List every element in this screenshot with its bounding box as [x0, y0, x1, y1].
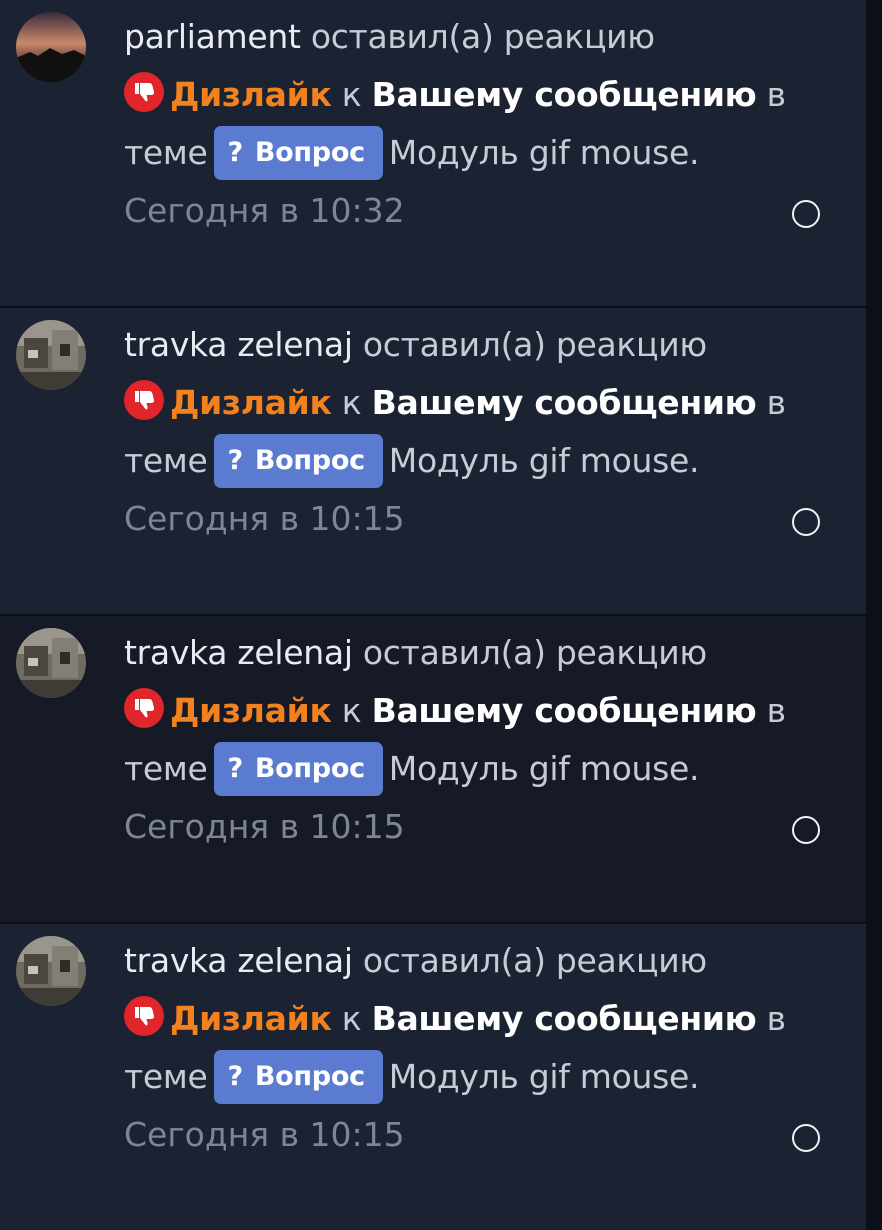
message-link[interactable]: Вашему сообщению	[372, 691, 757, 730]
prefix-label: Вопрос	[254, 136, 365, 168]
prefix-label: Вопрос	[254, 444, 365, 476]
in-text: в	[766, 691, 786, 730]
in-text: в	[766, 383, 786, 422]
thread-title-link[interactable]: Модуль gif mouse.	[389, 1057, 700, 1096]
thread-word: теме	[124, 749, 208, 788]
dislike-icon	[124, 72, 164, 112]
preposition-text: к	[341, 999, 362, 1038]
username-link[interactable]: travka zelenaj	[124, 633, 353, 672]
avatar[interactable]	[16, 320, 86, 390]
preposition-text: к	[341, 383, 362, 422]
message-link[interactable]: Вашему сообщению	[372, 75, 757, 114]
prefix-label: Вопрос	[254, 1060, 365, 1092]
reaction-name: Дизлайк	[170, 75, 332, 114]
dislike-icon	[124, 688, 164, 728]
prefix-label: Вопрос	[254, 752, 365, 784]
timestamp: Сегодня в 10:15	[124, 1115, 405, 1154]
avatar[interactable]	[16, 628, 86, 698]
prefix-badge[interactable]: ? Вопрос	[213, 741, 383, 796]
timestamp: Сегодня в 10:15	[124, 499, 405, 538]
mark-read-toggle[interactable]	[792, 200, 820, 228]
avatar[interactable]	[16, 936, 86, 1006]
timestamp: Сегодня в 10:15	[124, 807, 405, 846]
reaction-name: Дизлайк	[170, 691, 332, 730]
thread-title-link[interactable]: Модуль gif mouse.	[389, 441, 700, 480]
username-link[interactable]: parliament	[124, 17, 301, 56]
mark-read-toggle[interactable]	[792, 508, 820, 536]
question-icon: ?	[227, 1060, 244, 1092]
username-link[interactable]: travka zelenaj	[124, 941, 353, 980]
message-link[interactable]: Вашему сообщению	[372, 999, 757, 1038]
notification-item[interactable]: parliament оставил(а) реакцию Дизлайк к …	[0, 0, 866, 306]
notification-body: parliament оставил(а) реакцию Дизлайк к …	[124, 8, 796, 240]
notification-item[interactable]: travka zelenaj оставил(а) реакцию Дизлай…	[0, 616, 866, 922]
action-text: оставил(а) реакцию	[362, 633, 707, 672]
dislike-icon	[124, 996, 164, 1036]
username-link[interactable]: travka zelenaj	[124, 325, 353, 364]
avatar[interactable]	[16, 12, 86, 82]
in-text: в	[766, 999, 786, 1038]
reaction-name: Дизлайк	[170, 383, 332, 422]
notification-item[interactable]: travka zelenaj оставил(а) реакцию Дизлай…	[0, 924, 866, 1230]
notification-feed: parliament оставил(а) реакцию Дизлайк к …	[0, 0, 866, 1230]
sunset-avatar-icon	[16, 12, 86, 82]
notification-item[interactable]: travka zelenaj оставил(а) реакцию Дизлай…	[0, 308, 866, 614]
preposition-text: к	[341, 691, 362, 730]
room-avatar-icon	[16, 936, 86, 1006]
action-text: оставил(а) реакцию	[362, 325, 707, 364]
question-icon: ?	[227, 444, 244, 476]
notification-body: travka zelenaj оставил(а) реакцию Дизлай…	[124, 624, 796, 856]
room-avatar-icon	[16, 628, 86, 698]
reaction-name: Дизлайк	[170, 999, 332, 1038]
notification-body: travka zelenaj оставил(а) реакцию Дизлай…	[124, 316, 796, 548]
thread-word: теме	[124, 441, 208, 480]
thread-title-link[interactable]: Модуль gif mouse.	[389, 749, 700, 788]
thread-word: теме	[124, 133, 208, 172]
prefix-badge[interactable]: ? Вопрос	[213, 433, 383, 488]
thread-title-link[interactable]: Модуль gif mouse.	[389, 133, 700, 172]
question-icon: ?	[227, 752, 244, 784]
dislike-icon	[124, 380, 164, 420]
room-avatar-icon	[16, 320, 86, 390]
timestamp: Сегодня в 10:32	[124, 191, 405, 230]
action-text: оставил(а) реакцию	[310, 17, 655, 56]
thread-word: теме	[124, 1057, 208, 1096]
prefix-badge[interactable]: ? Вопрос	[213, 1049, 383, 1104]
notification-body: travka zelenaj оставил(а) реакцию Дизлай…	[124, 932, 796, 1164]
message-link[interactable]: Вашему сообщению	[372, 383, 757, 422]
mark-read-toggle[interactable]	[792, 816, 820, 844]
prefix-badge[interactable]: ? Вопрос	[213, 125, 383, 180]
action-text: оставил(а) реакцию	[362, 941, 707, 980]
in-text: в	[766, 75, 786, 114]
preposition-text: к	[341, 75, 362, 114]
question-icon: ?	[227, 136, 244, 168]
mark-read-toggle[interactable]	[792, 1124, 820, 1152]
